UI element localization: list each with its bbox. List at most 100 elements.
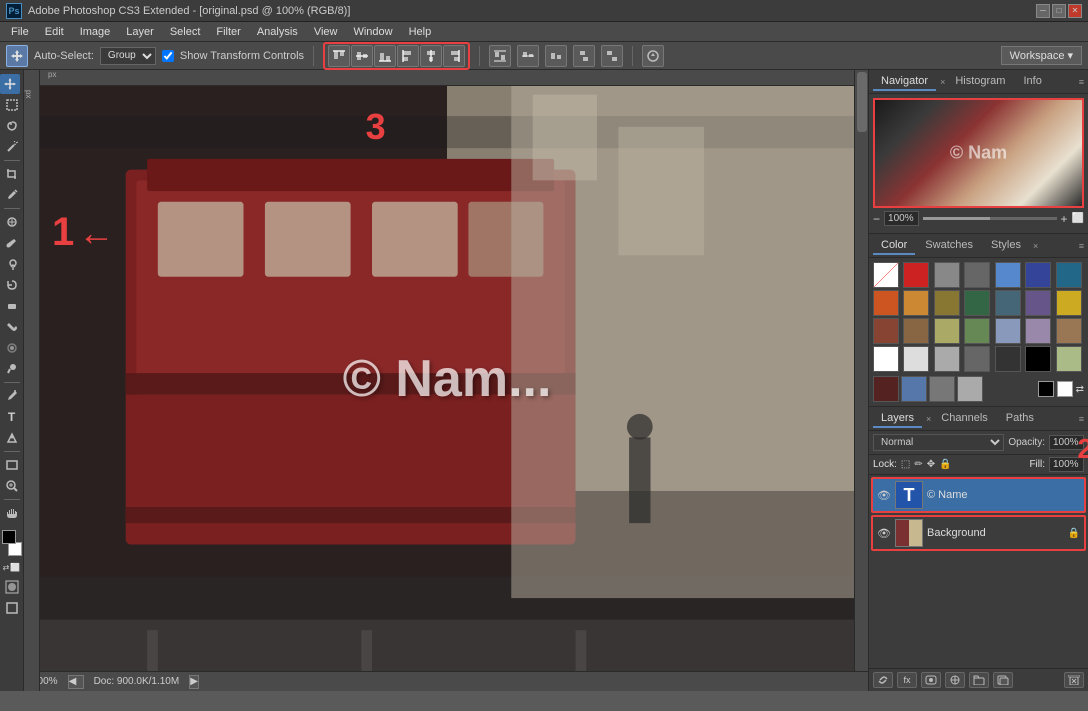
auto-select-dropdown[interactable]: Group [100,47,156,65]
brush-tool-button[interactable] [2,233,22,253]
quick-mask-button[interactable] [2,577,22,597]
tab-histogram[interactable]: Histogram [947,73,1013,91]
show-transform-checkbox[interactable] [162,50,174,62]
close-button[interactable]: ✕ [1068,4,1082,18]
hand-tool-button[interactable] [2,503,22,523]
magic-wand-tool-button[interactable] [2,137,22,157]
layers-close[interactable]: × [926,414,931,424]
fill-input[interactable] [1049,457,1084,472]
lasso-tool-button[interactable] [2,116,22,136]
status-arrow-right[interactable]: ▶ [189,675,199,689]
layer-mask-btn[interactable] [921,672,941,688]
auto-align-btn[interactable] [642,45,664,67]
swatch-orange[interactable] [903,290,929,316]
align-bottom-btn[interactable] [374,45,396,67]
layer-adj-btn[interactable] [945,672,965,688]
lock-all-icon[interactable]: 🔒 [939,459,951,470]
layers-panel-menu[interactable]: ≡ [1079,414,1084,424]
zoom-tool-button[interactable] [2,476,22,496]
layer-item-name[interactable]: 👁 T © Name [871,477,1086,513]
navigator-close[interactable]: × [940,77,945,87]
tab-color[interactable]: Color [873,237,915,255]
swatch-orange-red[interactable] [873,290,899,316]
swatch-brown-red[interactable] [873,318,899,344]
lock-image-icon[interactable]: ✏ [914,459,922,470]
swatch-dark-blue[interactable] [1025,262,1051,288]
default-colors-icon[interactable]: ⬜ [10,563,20,572]
swatch-purple[interactable] [1025,290,1051,316]
swatch-dark-red[interactable] [873,376,899,402]
blend-mode-dropdown[interactable]: Normal [873,434,1004,451]
background-color-box[interactable] [8,542,22,556]
swatch-brown[interactable] [903,318,929,344]
screen-mode-button[interactable] [2,598,22,618]
swatch-dkr-gray[interactable] [995,346,1021,372]
dodge-tool-button[interactable] [2,359,22,379]
menu-layer[interactable]: Layer [119,25,161,39]
layer-group-btn[interactable] [969,672,989,688]
align-vcenter-btn[interactable] [351,45,373,67]
image-canvas[interactable]: © Nam... 3 [40,86,854,671]
swatch-red[interactable] [903,262,929,288]
layer-item-background[interactable]: 👁 Background 🔒 [871,515,1086,551]
swatch-teal2[interactable] [995,290,1021,316]
lock-transparent-icon[interactable]: ⬚ [901,459,910,470]
menu-image[interactable]: Image [73,25,118,39]
dist-vcenter-btn[interactable] [517,45,539,67]
layer-link-btn[interactable] [873,672,893,688]
marquee-tool-button[interactable] [2,95,22,115]
tab-paths[interactable]: Paths [998,410,1042,428]
zoom-minus-icon[interactable]: − [873,212,880,226]
eyedropper-tool-button[interactable] [2,185,22,205]
layer-fx-btn[interactable]: fx [897,672,917,688]
canvas-vertical-scrollbar[interactable] [854,70,868,671]
nav-zoom-slider[interactable] [923,217,1057,220]
swatch-mid-blue[interactable] [901,376,927,402]
dist-hcenter-btn[interactable] [601,45,623,67]
tab-swatches[interactable]: Swatches [917,237,981,255]
swatch-extra1[interactable] [957,376,983,402]
switch-colors-icon[interactable]: ⇄ [3,563,10,572]
swatch-dk-gray[interactable] [964,346,990,372]
swatch-green[interactable] [964,290,990,316]
text-tool-button[interactable]: T [2,407,22,427]
dist-top-btn[interactable] [489,45,511,67]
swatch-white[interactable] [873,346,899,372]
minimize-button[interactable]: ─ [1036,4,1050,18]
opacity-input[interactable] [1049,435,1084,450]
swatch-sage[interactable] [964,318,990,344]
color-fg-icon[interactable] [1038,381,1054,397]
swatch-gray1[interactable] [934,262,960,288]
status-arrow-left[interactable]: ◀ [68,675,84,689]
align-left-btn[interactable] [397,45,419,67]
color-switch-icon[interactable]: ⇄ [1076,384,1084,395]
rect-shape-button[interactable] [2,455,22,475]
swatch-gray3[interactable] [929,376,955,402]
color-bg-icon[interactable] [1057,381,1073,397]
foreground-color-box[interactable] [2,530,16,544]
align-hcenter-btn[interactable] [420,45,442,67]
path-select-button[interactable] [2,428,22,448]
swatch-pink-brown[interactable] [1056,318,1082,344]
align-top-btn[interactable] [328,45,350,67]
swatch-yellow[interactable] [1056,290,1082,316]
color-panel-menu[interactable]: ≡ [1079,241,1084,251]
blur-tool-button[interactable] [2,338,22,358]
move-tool-button[interactable] [0,74,20,94]
heal-tool-button[interactable] [2,212,22,232]
styles-close[interactable]: × [1033,241,1038,251]
eraser-tool-button[interactable] [2,296,22,316]
layer-new-btn[interactable] [993,672,1013,688]
nav-zoom-input[interactable] [884,211,919,226]
navigator-preview[interactable]: © Nam [873,98,1084,208]
lock-position-icon[interactable]: ✥ [927,459,935,470]
swatch-null[interactable] [873,262,899,288]
history-brush-button[interactable] [2,275,22,295]
dist-bottom-btn[interactable] [545,45,567,67]
tab-layers[interactable]: Layers [873,410,922,428]
maximize-button[interactable]: □ [1052,4,1066,18]
swatch-lavender[interactable] [1025,318,1051,344]
crop-tool-button[interactable] [2,164,22,184]
swatch-light-blue[interactable] [995,318,1021,344]
swatch-black[interactable] [1025,346,1051,372]
